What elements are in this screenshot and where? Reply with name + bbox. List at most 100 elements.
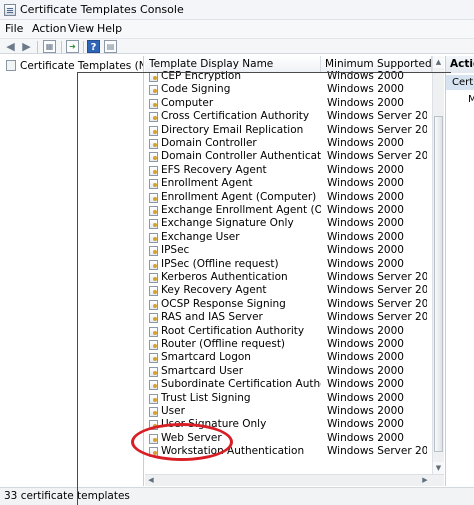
callout-line-horizontal xyxy=(77,72,451,73)
template-min-ca: Windows Server 2003 En... xyxy=(327,150,427,163)
template-min-ca: Windows 2000 xyxy=(327,391,404,404)
template-row[interactable]: Trust List Signing Windows 2000 xyxy=(145,392,431,405)
scroll-down-icon[interactable]: ▼ xyxy=(433,462,444,474)
templates-list-pane: Template Display Name Minimum Supported … xyxy=(145,56,444,486)
menu-help[interactable]: Help xyxy=(97,22,122,35)
template-min-ca: Windows 2000 xyxy=(327,418,404,431)
template-name: Enrollment Agent (Computer) xyxy=(161,190,317,203)
template-name: EFS Recovery Agent xyxy=(161,163,267,176)
template-name: Key Recovery Agent xyxy=(161,284,267,297)
template-row[interactable]: Router (Offline request) Windows 2000 xyxy=(145,338,431,351)
template-row[interactable]: IPSec (Offline request) Windows 2000 xyxy=(145,258,431,271)
template-row[interactable]: Domain Controller Authentication Windows … xyxy=(145,150,431,163)
template-min-ca: Windows 2000 xyxy=(327,83,404,96)
template-min-ca: Windows Server 2003 En... xyxy=(327,271,427,283)
template-name: Domain Controller xyxy=(161,137,257,149)
toolbar: ◀ ▶ ▦ ➜ ? ▤ xyxy=(0,38,474,54)
template-row[interactable]: Cross Certification Authority Windows Ser… xyxy=(145,110,431,123)
menu-file[interactable]: File xyxy=(5,22,23,35)
menu-view[interactable]: View xyxy=(68,22,94,35)
template-row[interactable]: Computer Windows 2000 xyxy=(145,97,431,110)
template-row[interactable]: Enrollment Agent (Computer) Windows 2000 xyxy=(145,191,431,204)
horizontal-scrollbar[interactable]: ◀ ▶ xyxy=(145,474,444,486)
certificate-template-icon xyxy=(149,139,158,149)
certificate-template-icon xyxy=(149,326,158,337)
template-row[interactable]: Kerberos Authentication Windows Server 20… xyxy=(145,271,431,284)
actions-more[interactable]: M xyxy=(468,94,474,105)
scroll-right-icon[interactable]: ▶ xyxy=(419,475,431,486)
tree-root-item[interactable]: Certificate Templates (NBYVDC0 xyxy=(6,60,143,72)
certificate-template-icon xyxy=(149,273,158,283)
export-list-icon[interactable]: ➜ xyxy=(66,40,79,53)
window-title: Certificate Templates Console xyxy=(20,3,184,16)
template-name: Exchange User xyxy=(161,230,240,243)
template-min-ca: Windows 2000 xyxy=(327,163,404,176)
template-row[interactable]: Enrollment Agent Windows 2000 xyxy=(145,177,431,190)
certificate-template-icon xyxy=(149,72,158,82)
template-row[interactable]: Domain Controller Windows 2000 xyxy=(145,137,431,150)
title-bar: Certificate Templates Console xyxy=(0,0,474,20)
template-row[interactable]: Subordinate Certification Authority Windo… xyxy=(145,378,431,391)
template-min-ca: Windows 2000 xyxy=(327,364,404,377)
toolbar-separator xyxy=(37,41,38,53)
template-row[interactable]: Smartcard User Windows 2000 xyxy=(145,365,431,378)
template-row[interactable]: Root Certification Authority Windows 2000 xyxy=(145,325,431,338)
template-name: RAS and IAS Server xyxy=(161,311,263,324)
template-min-ca: Windows 2000 xyxy=(327,230,404,243)
back-arrow-icon[interactable]: ◀ xyxy=(4,40,17,53)
callout-line-vertical xyxy=(77,72,78,505)
template-row[interactable]: Smartcard Logon Windows 2000 xyxy=(145,351,431,364)
template-min-ca: Windows 2000 xyxy=(327,190,404,203)
console-tree-icon[interactable]: ▦ xyxy=(43,40,56,53)
certificate-template-icon xyxy=(149,246,158,257)
help-icon[interactable]: ? xyxy=(87,40,100,53)
template-name: Directory Email Replication xyxy=(161,123,304,136)
template-row[interactable]: Exchange Enrollment Agent (Offline requ.… xyxy=(145,204,431,217)
status-bar: 33 certificate templates xyxy=(0,487,474,505)
scroll-left-icon[interactable]: ◀ xyxy=(145,475,157,486)
actions-selected-group[interactable]: Certif xyxy=(446,75,474,90)
template-row[interactable]: EFS Recovery Agent Windows 2000 xyxy=(145,164,431,177)
vertical-scrollbar[interactable]: ▲ ▼ xyxy=(432,56,444,474)
template-row[interactable]: User Windows 2000 xyxy=(145,405,431,418)
forward-arrow-icon[interactable]: ▶ xyxy=(20,40,33,53)
certificate-template-icon xyxy=(149,112,158,123)
menu-bar: File Action View Help xyxy=(0,20,474,38)
template-row[interactable]: Exchange Signature Only Windows 2000 xyxy=(145,217,431,230)
template-row[interactable]: Key Recovery Agent Windows Server 2003 En… xyxy=(145,284,431,297)
template-name: IPSec xyxy=(161,244,190,257)
certificate-template-icon xyxy=(149,393,158,404)
certificate-template-icon xyxy=(149,85,158,96)
template-row[interactable]: Directory Email Replication Windows Serve… xyxy=(145,124,431,137)
actions-pane: Action Certif M xyxy=(445,56,474,486)
template-row[interactable]: Code Signing Windows 2000 xyxy=(145,83,431,96)
templates-folder-icon xyxy=(6,60,16,71)
toolbar-separator xyxy=(83,41,84,53)
template-name: Smartcard Logon xyxy=(161,351,251,364)
scroll-up-icon[interactable]: ▲ xyxy=(433,56,444,68)
scroll-thumb[interactable] xyxy=(434,116,443,452)
template-row[interactable]: Exchange User Windows 2000 xyxy=(145,231,431,244)
template-min-ca: Windows 2000 xyxy=(327,405,404,417)
template-name: Kerberos Authentication xyxy=(161,271,288,283)
certificate-template-icon xyxy=(149,165,158,176)
certificate-template-icon xyxy=(149,286,158,297)
template-row[interactable]: OCSP Response Signing Windows Server 2008… xyxy=(145,298,431,311)
template-row[interactable]: IPSec Windows 2000 xyxy=(145,244,431,257)
properties-icon[interactable]: ▤ xyxy=(104,40,117,53)
certificate-template-icon xyxy=(149,299,158,310)
template-min-ca: Windows Server 2003 En... xyxy=(327,284,427,297)
certificate-template-icon xyxy=(149,219,158,230)
status-text: 33 certificate templates xyxy=(4,490,130,502)
web-server-highlight-ellipse xyxy=(131,423,233,461)
certificate-template-icon xyxy=(149,380,158,391)
template-row[interactable]: RAS and IAS Server Windows Server 2003 En… xyxy=(145,311,431,324)
menu-action[interactable]: Action xyxy=(32,22,66,35)
certificate-template-icon xyxy=(149,366,158,377)
certificate-template-icon xyxy=(149,313,158,324)
template-min-ca: Windows Server 2003 En... xyxy=(327,123,427,136)
certificate-template-icon xyxy=(149,152,158,163)
certificate-template-icon xyxy=(149,206,158,216)
template-name: Cross Certification Authority xyxy=(161,110,310,123)
template-min-ca: Windows 2000 xyxy=(327,137,404,149)
